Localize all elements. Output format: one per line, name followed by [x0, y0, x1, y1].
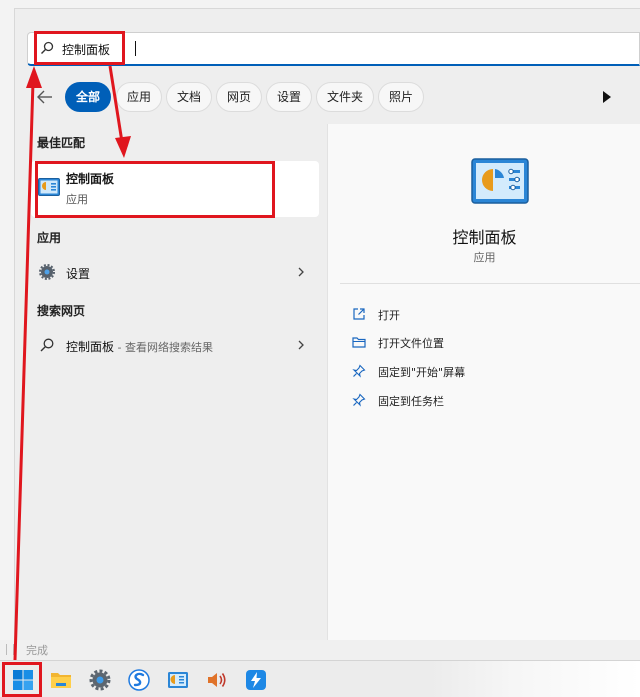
web-item-label: 控制面板 - 查看网络搜索结果: [66, 340, 213, 354]
filter-chip-all[interactable]: 全部: [65, 82, 112, 112]
arrow-left-icon[interactable]: [34, 86, 56, 108]
section-title-apps: 应用: [37, 231, 62, 245]
status-mark: [6, 644, 14, 655]
chevron-right-icon[interactable]: [297, 339, 305, 351]
best-match-item[interactable]: 控制面板 应用: [31, 161, 319, 217]
search-box[interactable]: 控制面板: [27, 32, 640, 66]
volume-icon[interactable]: [206, 669, 228, 691]
best-match-type: 应用: [66, 193, 88, 206]
section-title-best-match: 最佳匹配: [37, 136, 86, 150]
section-title-web: 搜索网页: [37, 304, 86, 318]
filter-row: 全部 应用 文档 网页 设置 文件夹 照片: [34, 82, 640, 112]
action-label: 打开: [378, 309, 400, 322]
action-open[interactable]: 打开: [352, 304, 632, 326]
web-item-sub: - 查看网络搜索结果: [114, 341, 213, 354]
status-text: 完成: [26, 644, 48, 657]
control-panel-icon[interactable]: [167, 669, 189, 691]
control-panel-icon: [471, 158, 529, 204]
status-bar: 完成: [0, 640, 640, 660]
search-icon: [41, 41, 54, 54]
filter-chip-documents[interactable]: 文档: [166, 82, 213, 112]
taskbar: [0, 660, 640, 697]
pin-icon: [352, 364, 366, 378]
action-pin-to-start[interactable]: 固定到"开始"屏幕: [352, 361, 632, 383]
feishu-icon[interactable]: [245, 669, 267, 691]
play-triangle-icon[interactable]: [600, 88, 614, 106]
action-label: 固定到"开始"屏幕: [378, 366, 466, 379]
sogou-browser-icon[interactable]: [128, 669, 150, 691]
app-item-settings[interactable]: 设置: [31, 258, 319, 286]
chevron-right-icon[interactable]: [297, 266, 305, 278]
gear-icon: [39, 264, 55, 280]
taskbar-fade: [430, 661, 640, 697]
web-item-search[interactable]: 控制面板 - 查看网络搜索结果: [31, 331, 319, 359]
app-item-label: 设置: [66, 267, 91, 281]
file-explorer-icon[interactable]: [50, 669, 72, 691]
details-app-name: 控制面板: [452, 228, 517, 247]
details-pane: 控制面板 应用 打开 打开文件位置 固定到"开始"屏幕 固定到任务栏: [327, 124, 640, 650]
filter-chip-settings[interactable]: 设置: [266, 82, 313, 112]
action-label: 打开文件位置: [378, 337, 444, 350]
windows-start-icon[interactable]: [12, 669, 34, 691]
settings-gear-icon[interactable]: [89, 669, 111, 691]
folder-icon: [352, 337, 366, 348]
action-label: 固定到任务栏: [378, 395, 444, 408]
details-app-type: 应用: [473, 251, 496, 264]
best-match-name: 控制面板: [66, 172, 115, 186]
search-input[interactable]: 控制面板: [62, 41, 110, 58]
filter-chip-apps[interactable]: 应用: [116, 82, 163, 112]
search-icon: [40, 338, 54, 352]
control-panel-icon: [38, 178, 60, 196]
action-open-file-location[interactable]: 打开文件位置: [352, 332, 632, 354]
pin-icon: [352, 393, 366, 407]
filter-chip-web[interactable]: 网页: [216, 82, 263, 112]
divider: [340, 283, 640, 284]
filter-chip-folders[interactable]: 文件夹: [316, 82, 375, 112]
text-caret: [135, 41, 136, 56]
filter-chip-photos[interactable]: 照片: [378, 82, 425, 112]
open-external-icon: [353, 308, 365, 320]
action-pin-to-taskbar[interactable]: 固定到任务栏: [352, 390, 632, 412]
